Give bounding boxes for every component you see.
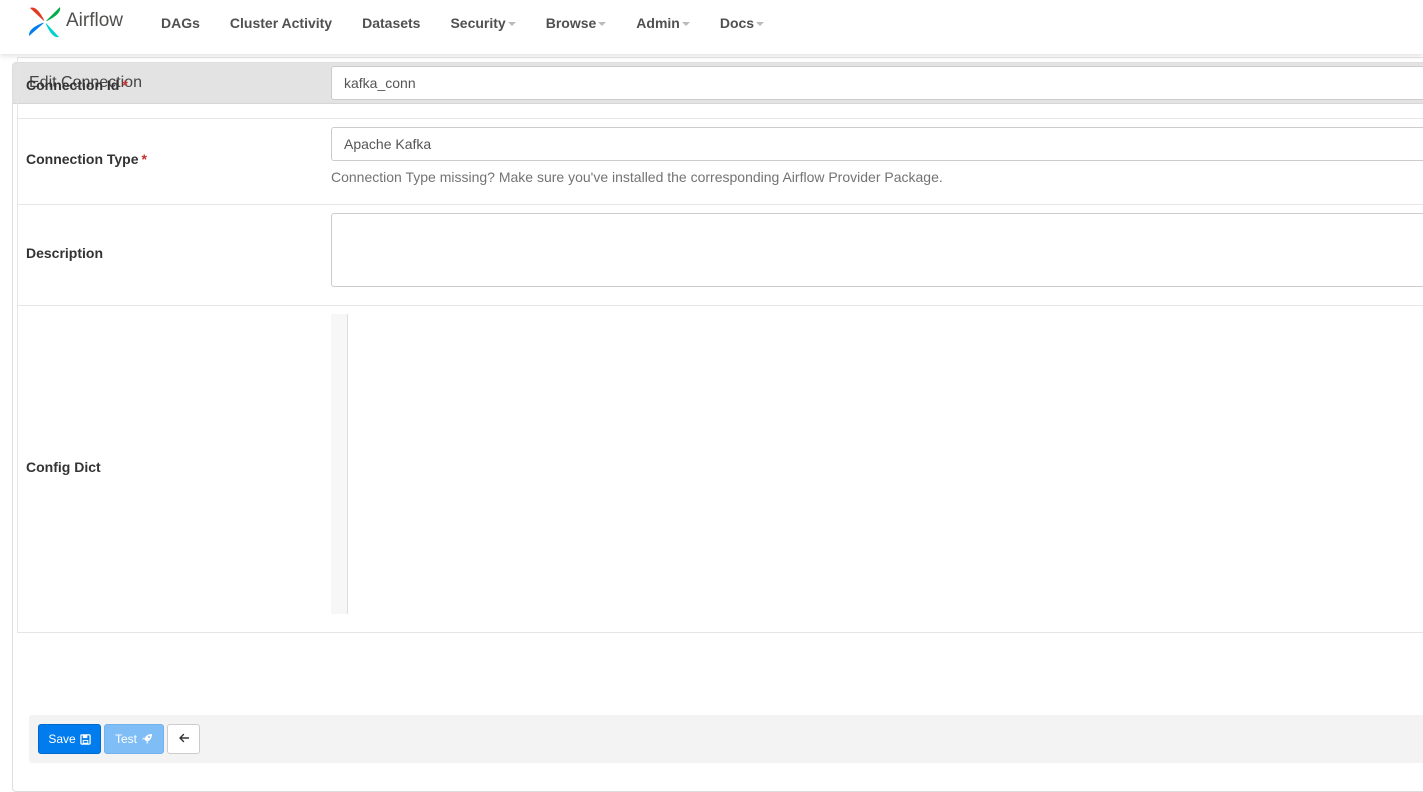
connection-type-label-text: Connection Type [26, 151, 139, 167]
nav-cluster-activity-label: Cluster Activity [229, 15, 333, 31]
required-mark: * [122, 77, 128, 93]
nav-docs-label: Docs [719, 15, 755, 31]
rocket-icon [141, 733, 153, 745]
connection-form: Connection Id * kafka_conn Connection Typ… [17, 57, 1423, 633]
chevron-down-icon [507, 22, 516, 26]
row-connection-type: Connection Type * Apache Kafka Connection… [17, 119, 1423, 205]
editor-gutter [331, 314, 348, 614]
nav-datasets[interactable]: Datasets [347, 15, 435, 31]
connection-id-input[interactable]: kafka_conn [331, 66, 1423, 100]
nav-browse[interactable]: Browse [531, 15, 622, 31]
chevron-down-icon [756, 22, 765, 26]
test-button-label: Test [114, 732, 137, 746]
brand-name: Airflow [66, 10, 124, 31]
nav-admin[interactable]: Admin [621, 15, 705, 31]
nav-cluster-activity[interactable]: Cluster Activity [215, 15, 347, 31]
connection-type-label: Connection Type * [26, 151, 147, 167]
nav-security[interactable]: Security [435, 15, 530, 31]
connection-id-label: Connection Id * [26, 77, 128, 93]
connection-id-value: kafka_conn [344, 75, 416, 91]
row-config-dict: Config Dict [17, 306, 1423, 633]
config-dict-label: Config Dict [26, 459, 101, 475]
nav-admin-label: Admin [636, 15, 680, 31]
save-button[interactable]: Save [38, 724, 101, 754]
description-textarea[interactable] [331, 213, 1423, 287]
connection-type-select[interactable]: Apache Kafka [331, 127, 1423, 161]
brand-link[interactable]: Airflow [27, 3, 123, 41]
form-actions: Save Test [29, 715, 1423, 763]
nav-security-label: Security [450, 15, 506, 31]
nav-docs[interactable]: Docs [705, 15, 779, 31]
arrow-left-icon [178, 732, 190, 747]
top-navbar: Airflow DAGs Cluster Activity Datasets S… [0, 0, 1423, 54]
nav-browse-label: Browse [545, 15, 597, 31]
nav-dags[interactable]: DAGs [146, 15, 215, 31]
row-connection-id: Connection Id * kafka_conn [17, 58, 1423, 119]
chevron-down-icon [681, 22, 690, 26]
config-dict-editor[interactable] [331, 314, 1423, 614]
main-nav: DAGs Cluster Activity Datasets Security … [146, 0, 779, 46]
description-label: Description [26, 245, 104, 261]
row-description: Description [17, 205, 1423, 306]
floppy-disk-icon [79, 733, 91, 745]
airflow-logo-icon [28, 7, 61, 38]
chevron-down-icon [598, 22, 607, 26]
required-mark: * [141, 151, 147, 167]
connection-type-value: Apache Kafka [344, 136, 432, 152]
test-button[interactable]: Test [104, 724, 164, 754]
save-button-label: Save [48, 732, 76, 746]
nav-dags-label: DAGs [161, 15, 200, 31]
nav-datasets-label: Datasets [362, 15, 421, 31]
connection-id-label-text: Connection Id [26, 77, 120, 93]
connection-type-help: Connection Type missing? Make sure you'v… [331, 169, 943, 185]
back-button[interactable] [167, 724, 200, 754]
